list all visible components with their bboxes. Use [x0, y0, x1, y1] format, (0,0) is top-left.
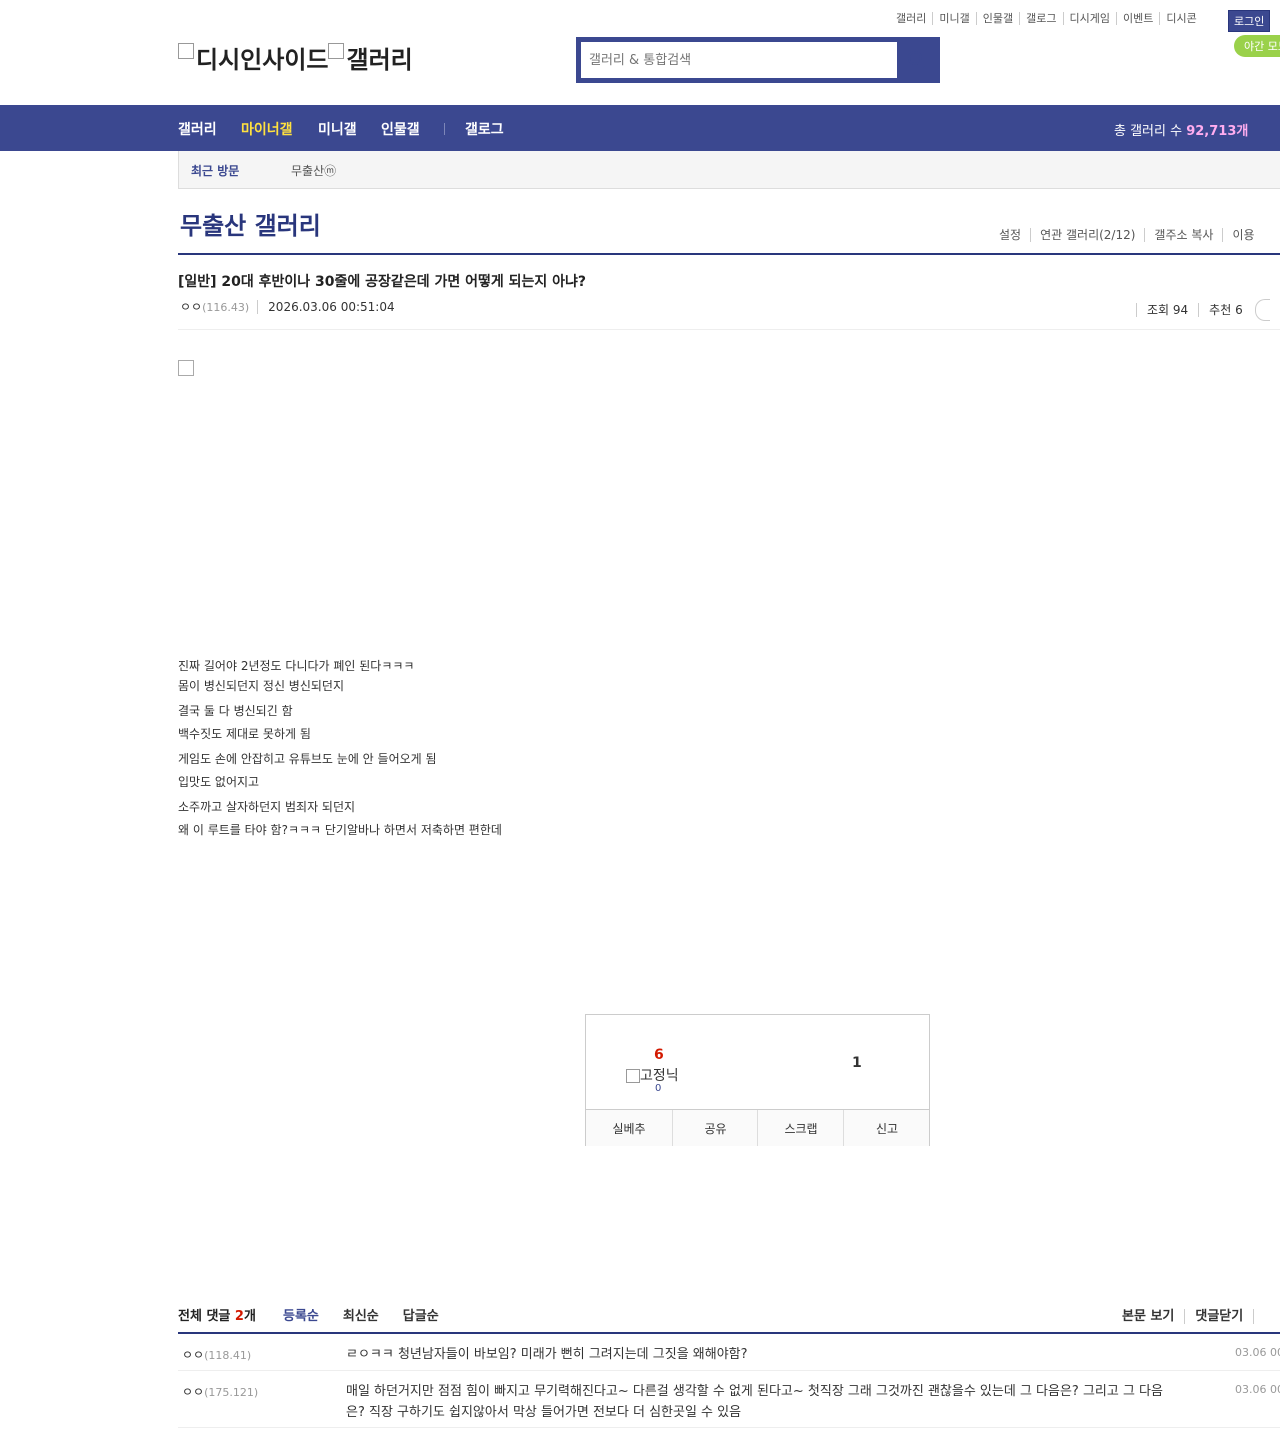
comment-writer[interactable]: ㅇㅇ(175.121) [182, 1383, 258, 1400]
top-link-gallog[interactable]: 갤로그 [1019, 12, 1063, 25]
comment-writer[interactable]: ㅇㅇ(118.41) [182, 1346, 251, 1363]
post-author-ip: (116.43) [202, 301, 250, 314]
post-stats: 조회 94 추천 6 [1136, 299, 1270, 321]
gallery-title[interactable]: 무출산 갤러리 [180, 206, 321, 241]
scrap-button[interactable]: 스크랩 [757, 1110, 844, 1146]
comment-row: ㅇㅇ(118.41) ㄹㅇㅋㅋ 청년남자들이 바보임? 미래가 뻔히 그려지는데… [178, 1346, 1280, 1371]
comment-date: 03.06 00 [1235, 1383, 1280, 1396]
post-recommends: 추천 6 [1198, 302, 1253, 317]
fixed-nick-broken-image-icon [626, 1069, 640, 1083]
report-button[interactable]: 신고 [843, 1110, 930, 1146]
hit-recommend-button[interactable]: 실베추 [586, 1110, 672, 1146]
upvote-button[interactable]: 고정닉 [626, 1065, 679, 1085]
comment-view-options: 본문 보기 댓글닫기 [1122, 1305, 1275, 1324]
nav-gallog[interactable]: 갤로그 [465, 119, 504, 139]
comment-options-divider [1253, 1309, 1275, 1324]
post-views: 조회 94 [1136, 302, 1199, 317]
post-header-divider [178, 329, 1280, 330]
gallery-settings-link[interactable]: 설정 [990, 228, 1030, 242]
top-link-dcgame[interactable]: 디시게임 [1062, 12, 1116, 25]
logo-broken-image-icon [178, 43, 194, 59]
login-button[interactable]: 로그인 [1228, 10, 1271, 32]
comment-text: 매일 하던거지만 점점 힘이 빠지고 무기력해진다고~ 다른걸 생각할 수 없게… [346, 1384, 1163, 1420]
post-body-line: 진짜 길어야 2년정도 다니다가 폐인 된다ㅋㅋㅋ [178, 659, 415, 673]
logo-section-text: 갤러리 [346, 46, 413, 74]
logo-site-text: 디시인사이드 [196, 46, 329, 74]
recent-visit-label[interactable]: 최근 방문 [191, 162, 239, 179]
nav-mini-gallery[interactable]: 미니갤 [318, 119, 357, 139]
comments-total-unit: 개 [243, 1309, 256, 1324]
nav-person-gallery[interactable]: 인물갤 [381, 119, 420, 139]
comment-writer-ip: (118.41) [204, 1349, 252, 1362]
comments-total: 전체 댓글 2개 [178, 1305, 256, 1324]
nav-gallery[interactable]: 갤러리 [178, 119, 217, 139]
fixed-nick-label: 고정닉 [640, 1068, 679, 1084]
post-body: 진짜 길어야 2년정도 다니다가 폐인 된다ㅋㅋㅋ 몸이 병신되던지 정신 병신… [178, 656, 502, 840]
copy-gallery-url-link[interactable]: 갤주소 복사 [1144, 228, 1223, 242]
comment-row: ㅇㅇ(175.121) 매일 하던거지만 점점 힘이 빠지고 무기력해진다고~ … [178, 1383, 1280, 1428]
comment-writer-ip: (175.121) [204, 1386, 259, 1399]
comment-writer-nick: ㅇㅇ [182, 1385, 205, 1399]
share-button[interactable]: 공유 [672, 1110, 758, 1146]
comment-writer-nick: ㅇㅇ [182, 1348, 205, 1362]
post-title: [일반] 20대 후반이나 30줄에 공장같은데 가면 어떻게 되는지 아냐? [178, 274, 586, 290]
top-link-event[interactable]: 이벤트 [1115, 12, 1160, 25]
total-gallery-value: 92,713개 [1186, 124, 1249, 139]
total-gallery-count: 총 갤러리 수 92,713개 [1114, 120, 1248, 139]
nav-divider [444, 123, 445, 135]
related-gallery-link[interactable]: 연관 갤러리(2/12) [1030, 228, 1145, 242]
sort-by-latest[interactable]: 최신순 [343, 1309, 379, 1324]
comment-sort-options: 등록순 최신순 답글순 [283, 1305, 463, 1324]
top-utility-nav: 갤러리 미니갤 인물갤 갤로그 디시게임 이벤트 디시콘 [890, 10, 1203, 26]
fixed-nick-upvote-count: 0 [655, 1083, 662, 1094]
vote-actions-bar: 실베추 공유 스크랩 신고 [586, 1109, 929, 1146]
logo-section-broken-image-icon [328, 43, 345, 59]
post-more-button[interactable] [1254, 299, 1270, 321]
comments-total-label: 전체 댓글 [178, 1309, 231, 1324]
post-broken-image-icon [178, 360, 194, 376]
post-body-line: 몸이 병신되던지 정신 병신되던지 [178, 679, 345, 693]
post-author-info: ㅇㅇ(116.43) 2026.03.06 00:51:04 [180, 298, 395, 315]
post-body-line: 게임도 손에 안잡히고 유튜브도 눈에 안 들어오게 됨 [178, 752, 437, 766]
comments-divider [178, 1332, 1280, 1334]
vote-box: 6 고정닉 0 1 실베추 공유 스크랩 신고 [585, 1014, 930, 1146]
search-button[interactable] [898, 41, 936, 79]
gallery-tools: 설정 연관 갤러리(2/12) 갤주소 복사 이용 [990, 226, 1264, 243]
search-box [576, 37, 940, 83]
top-link-minigall[interactable]: 미니갤 [932, 12, 976, 25]
total-gallery-label: 총 갤러리 수 [1114, 124, 1183, 139]
comment-date: 03.06 00 [1235, 1346, 1280, 1359]
site-logo[interactable]: 디시인사이드 갤러리 [178, 40, 413, 75]
top-link-person-gall[interactable]: 인물갤 [975, 12, 1020, 25]
top-link-dccon[interactable]: 디시콘 [1159, 12, 1203, 25]
sort-by-registration[interactable]: 등록순 [283, 1309, 319, 1324]
search-input[interactable] [580, 41, 898, 79]
comments-total-count: 2 [234, 1309, 244, 1324]
post-body-line: 왜 이 루트를 타야 함?ㅋㅋㅋ 단기알바나 하면서 저축하면 편한데 [178, 823, 502, 837]
close-comments-link[interactable]: 댓글닫기 [1184, 1309, 1254, 1324]
sort-by-replies[interactable]: 답글순 [403, 1309, 439, 1324]
nav-minor-gallery[interactable]: 마이너갤 [241, 119, 293, 139]
recent-visit-bar: 최근 방문 무출산ⓜ [178, 151, 1280, 189]
gallery-usage-link[interactable]: 이용 [1222, 228, 1264, 242]
post-body-line: 입맛도 없어지고 [178, 775, 260, 789]
search-icon [908, 51, 925, 68]
post-date: 2026.03.06 00:51:04 [257, 300, 395, 314]
main-nav-bar: 갤러리 마이너갤 미니갤 인물갤 갤로그 총 갤러리 수 92,713개 [0, 105, 1280, 151]
post-body-line: 결국 둘 다 병신되긴 함 [178, 704, 293, 718]
post-body-line: 백수짓도 제대로 못하게 됨 [178, 727, 311, 741]
top-link-gallery[interactable]: 갤러리 [890, 12, 932, 25]
downvote-count[interactable]: 1 [852, 1055, 862, 1071]
night-mode-toggle[interactable]: 야간 모드 [1234, 35, 1280, 57]
post-body-line: 소주까고 살자하던지 범죄자 되던지 [178, 800, 356, 814]
comment-text: ㄹㅇㅋㅋ 청년남자들이 바보임? 미래가 뻔히 그려지는데 그짓을 왜해야함? [346, 1347, 748, 1362]
post-author-nick[interactable]: ㅇㅇ [180, 300, 202, 314]
upvote-count: 6 [654, 1047, 664, 1063]
gallery-title-divider [178, 253, 1280, 255]
recent-visit-item[interactable]: 무출산ⓜ [291, 162, 336, 179]
view-post-link[interactable]: 본문 보기 [1122, 1309, 1184, 1324]
